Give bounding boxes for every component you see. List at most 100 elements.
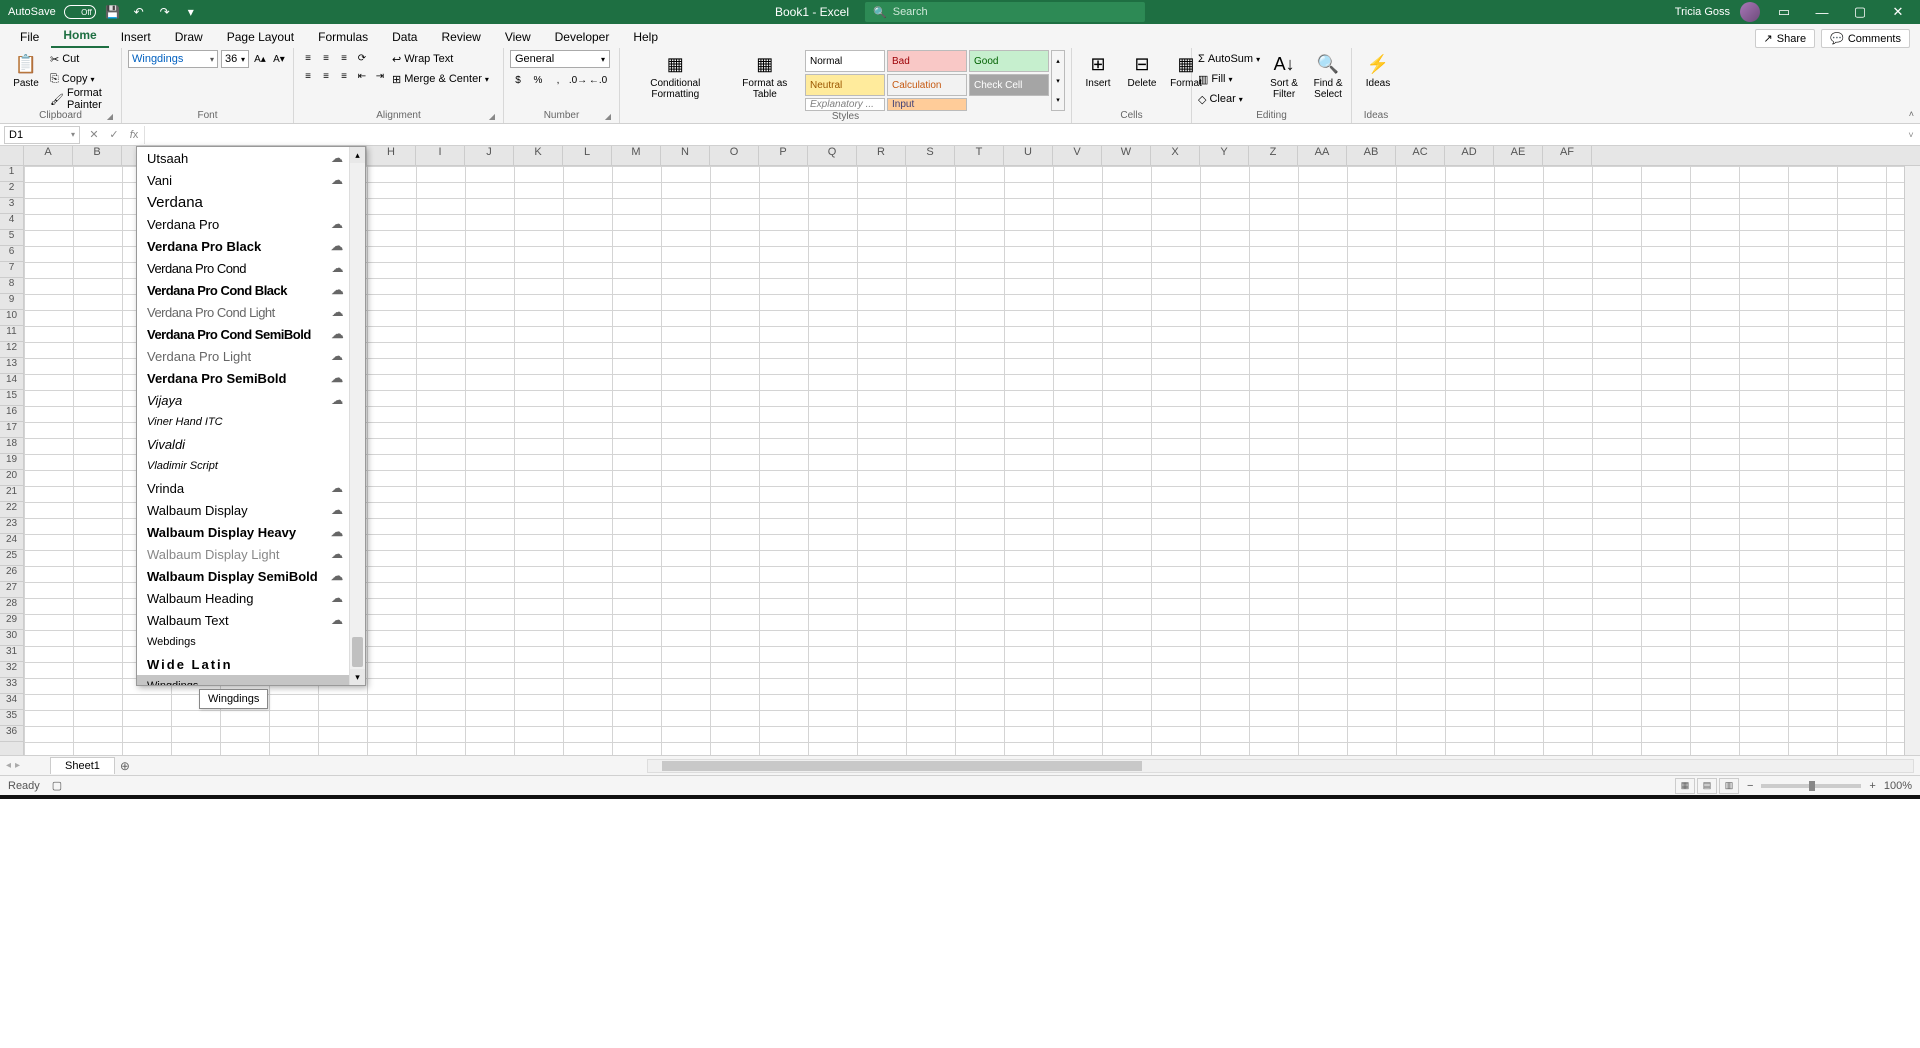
font-size-combo[interactable]: 36▾	[221, 50, 249, 68]
column-header[interactable]: N	[661, 146, 710, 165]
alignment-dialog-icon[interactable]: ◢	[489, 112, 495, 121]
format-painter-button[interactable]: 🖌Format Painter	[50, 90, 115, 108]
sheet-nav[interactable]: ◂▸	[0, 760, 50, 771]
column-header[interactable]: AF	[1543, 146, 1592, 165]
row-header[interactable]: 1	[0, 166, 23, 182]
vertical-scrollbar[interactable]	[1904, 166, 1920, 755]
number-dialog-icon[interactable]: ◢	[605, 112, 611, 121]
row-header[interactable]: 24	[0, 534, 23, 550]
insert-cells-button[interactable]: ⊞Insert	[1078, 50, 1118, 91]
font-option[interactable]: Vladimir Script	[137, 455, 349, 477]
conditional-formatting-button[interactable]: ▦Conditional Formatting	[626, 50, 725, 102]
increase-font-icon[interactable]: A▴	[252, 51, 268, 67]
row-header[interactable]: 16	[0, 406, 23, 422]
column-header[interactable]: V	[1053, 146, 1102, 165]
row-header[interactable]: 17	[0, 422, 23, 438]
font-option[interactable]: Walbaum Display☁	[137, 499, 349, 521]
row-header[interactable]: 22	[0, 502, 23, 518]
font-option[interactable]: Vijaya☁	[137, 389, 349, 411]
font-option[interactable]: Verdana Pro SemiBold☁	[137, 367, 349, 389]
font-option[interactable]: Wide Latin	[137, 653, 349, 675]
style-calculation[interactable]: Calculation	[887, 74, 967, 96]
tab-view[interactable]: View	[493, 26, 543, 48]
row-header[interactable]: 5	[0, 230, 23, 246]
row-header[interactable]: 31	[0, 646, 23, 662]
column-header[interactable]: Y	[1200, 146, 1249, 165]
delete-cells-button[interactable]: ⊟Delete	[1122, 50, 1162, 91]
row-header[interactable]: 30	[0, 630, 23, 646]
column-header[interactable]: R	[857, 146, 906, 165]
font-option[interactable]: Wingdings	[137, 675, 349, 685]
horizontal-scrollbar[interactable]	[647, 759, 1914, 773]
style-neutral[interactable]: Neutral	[805, 74, 885, 96]
tab-insert[interactable]: Insert	[109, 26, 163, 48]
align-bottom-icon[interactable]: ≡	[336, 50, 352, 66]
row-header[interactable]: 2	[0, 182, 23, 198]
row-header[interactable]: 8	[0, 278, 23, 294]
row-header[interactable]: 12	[0, 342, 23, 358]
row-header[interactable]: 36	[0, 726, 23, 742]
font-name-combo[interactable]: Wingdings▾	[128, 50, 218, 68]
zoom-in-icon[interactable]: +	[1869, 780, 1875, 792]
row-header[interactable]: 23	[0, 518, 23, 534]
column-header[interactable]: A	[24, 146, 73, 165]
row-header[interactable]: 7	[0, 262, 23, 278]
increase-indent-icon[interactable]: ⇥	[372, 68, 388, 84]
scroll-up-icon[interactable]: ▴	[350, 147, 365, 163]
align-top-icon[interactable]: ≡	[300, 50, 316, 66]
search-box[interactable]: 🔍 Search	[865, 2, 1145, 22]
align-middle-icon[interactable]: ≡	[318, 50, 334, 66]
row-header[interactable]: 9	[0, 294, 23, 310]
column-header[interactable]: AD	[1445, 146, 1494, 165]
column-header[interactable]: M	[612, 146, 661, 165]
sort-filter-button[interactable]: A↓Sort & Filter	[1264, 50, 1304, 102]
styles-scroll[interactable]: ▴▾▾	[1051, 50, 1065, 111]
column-header[interactable]: K	[514, 146, 563, 165]
expand-formula-bar-icon[interactable]: ˅	[1902, 130, 1920, 140]
select-all-corner[interactable]	[0, 146, 24, 165]
macro-record-icon[interactable]: ▢	[52, 779, 62, 792]
row-header[interactable]: 3	[0, 198, 23, 214]
normal-view-icon[interactable]: ▦	[1675, 778, 1695, 794]
font-option[interactable]: Walbaum Heading☁	[137, 587, 349, 609]
column-header[interactable]: S	[906, 146, 955, 165]
row-header[interactable]: 26	[0, 566, 23, 582]
font-option[interactable]: Verdana Pro Cond☁	[137, 257, 349, 279]
column-header[interactable]: Q	[808, 146, 857, 165]
number-format-combo[interactable]: General▾	[510, 50, 610, 68]
row-header[interactable]: 34	[0, 694, 23, 710]
font-option[interactable]: Walbaum Display Light☁	[137, 543, 349, 565]
fill-button[interactable]: ▥Fill▾	[1198, 70, 1260, 88]
ideas-button[interactable]: ⚡Ideas	[1358, 50, 1398, 91]
font-option[interactable]: Verdana Pro☁	[137, 213, 349, 235]
style-input[interactable]: Input	[887, 98, 967, 111]
increase-decimal-icon[interactable]: .0→	[570, 72, 586, 88]
decrease-decimal-icon[interactable]: ←.0	[590, 72, 606, 88]
column-header[interactable]: AA	[1298, 146, 1347, 165]
copy-button[interactable]: ⎘Copy▾	[50, 70, 115, 88]
tab-file[interactable]: File	[8, 26, 51, 48]
enter-formula-icon[interactable]: ✓	[104, 128, 124, 141]
clipboard-dialog-icon[interactable]: ◢	[107, 112, 113, 121]
percent-icon[interactable]: %	[530, 72, 546, 88]
column-header[interactable]: X	[1151, 146, 1200, 165]
row-header[interactable]: 32	[0, 662, 23, 678]
find-select-button[interactable]: 🔍Find & Select	[1308, 50, 1348, 102]
row-header[interactable]: 14	[0, 374, 23, 390]
column-header[interactable]: L	[563, 146, 612, 165]
font-option[interactable]: Webdings	[137, 631, 349, 653]
row-header[interactable]: 4	[0, 214, 23, 230]
maximize-icon[interactable]: ▢	[1846, 2, 1874, 22]
minimize-icon[interactable]: —	[1808, 2, 1836, 22]
autosum-button[interactable]: ΣAutoSum▾	[1198, 50, 1260, 68]
tab-review[interactable]: Review	[429, 26, 492, 48]
font-option[interactable]: Walbaum Display Heavy☁	[137, 521, 349, 543]
font-option[interactable]: Verdana Pro Black☁	[137, 235, 349, 257]
row-header[interactable]: 35	[0, 710, 23, 726]
align-left-icon[interactable]: ≡	[300, 68, 316, 84]
wrap-text-button[interactable]: ↩Wrap Text	[392, 50, 489, 68]
font-option[interactable]: Verdana Pro Cond Black☁	[137, 279, 349, 301]
font-option[interactable]: Viner Hand ITC	[137, 411, 349, 433]
add-sheet-button[interactable]: ⊕	[115, 759, 135, 773]
row-header[interactable]: 15	[0, 390, 23, 406]
